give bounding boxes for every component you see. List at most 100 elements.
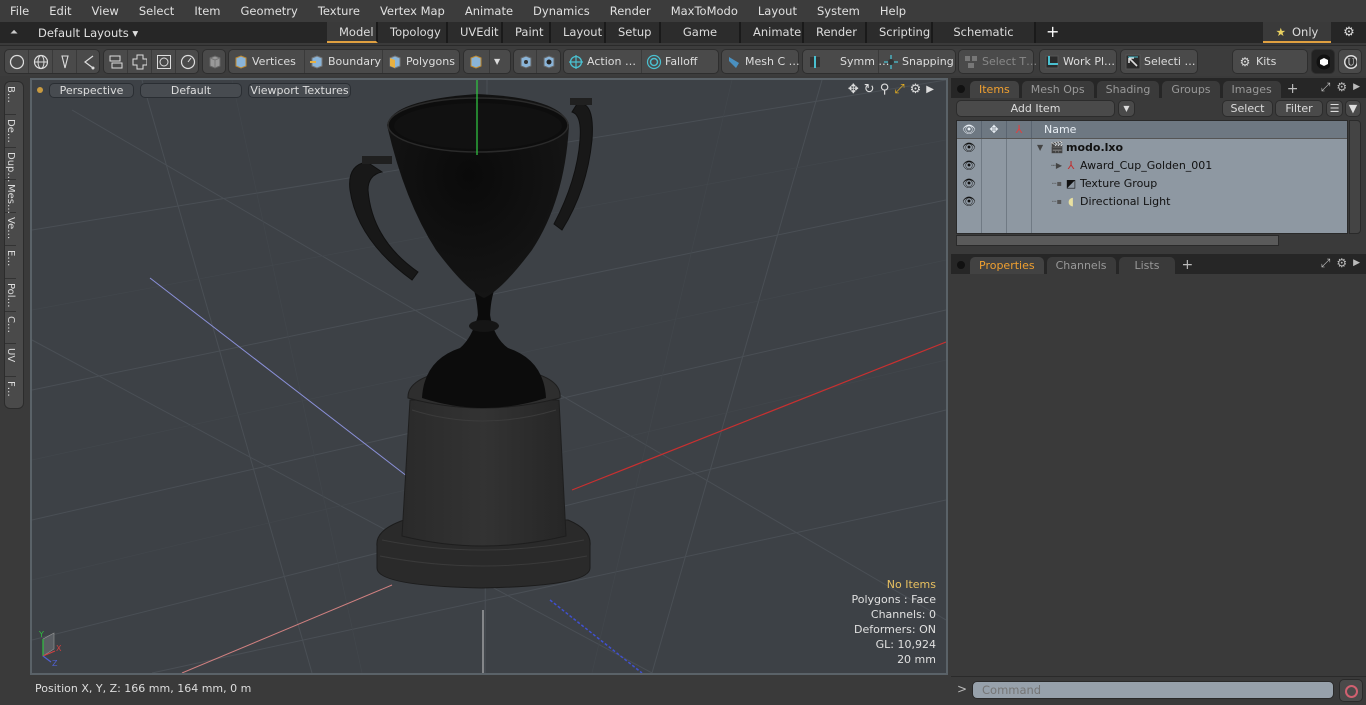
expand-arrow-icon[interactable]: ▶	[926, 82, 934, 98]
left-tab-edge[interactable]: E…	[5, 246, 16, 279]
tab-animate[interactable]: Animate	[741, 22, 804, 43]
menu-dynamics[interactable]: Dynamics	[523, 0, 600, 22]
command-history-button[interactable]	[1339, 679, 1363, 702]
tab-model[interactable]: Model	[327, 22, 378, 43]
path-tool-icon[interactable]	[77, 50, 101, 73]
pan-icon[interactable]: ✥	[848, 82, 859, 98]
zoom-icon[interactable]: ⚲	[880, 82, 890, 98]
material-cube-icon[interactable]	[464, 50, 490, 73]
command-input[interactable]	[972, 681, 1334, 699]
panel-gear-icon[interactable]: ⚙	[1336, 256, 1347, 271]
name-column-header[interactable]: Name	[1032, 121, 1076, 138]
select-button[interactable]: Select	[1222, 100, 1273, 117]
left-tab-polygon[interactable]: Pol…	[5, 279, 16, 312]
items-vertical-scrollbar[interactable]	[1349, 120, 1361, 234]
3d-viewport[interactable]: Perspective Default Viewport Textures ✥ …	[30, 78, 948, 675]
tab-items[interactable]: Items	[970, 81, 1019, 98]
add-tab-button[interactable]: +	[1036, 22, 1069, 43]
menu-select[interactable]: Select	[129, 0, 184, 22]
collapse-arrow-icon[interactable]: ⏶	[0, 27, 28, 38]
tab-game-tools[interactable]: Game Tools	[661, 22, 741, 59]
align-icon[interactable]	[104, 50, 128, 73]
menu-animate[interactable]: Animate	[455, 0, 523, 22]
tab-shading[interactable]: Shading	[1096, 81, 1160, 98]
tab-paint[interactable]: Paint	[503, 22, 551, 43]
selection-sets-button[interactable]: Selecti …	[1121, 50, 1197, 73]
gear-icon[interactable]: ⚙	[1338, 22, 1360, 43]
item-row-texture-group[interactable]: 👁 ┄▪ ◩ Texture Group	[957, 175, 1347, 193]
vertices-button[interactable]: Vertices	[229, 50, 305, 73]
item-row-scene[interactable]: 👁 ▼ 🎬 modo.lxo	[957, 139, 1347, 157]
tab-uvedit[interactable]: UVEdit	[448, 22, 503, 43]
unreal-icon[interactable]: U	[1339, 50, 1361, 73]
viewport-textures-dropdown[interactable]: Viewport Textures	[248, 82, 351, 98]
menu-system[interactable]: System	[807, 0, 870, 22]
menu-layout[interactable]: Layout	[748, 0, 807, 22]
left-tab-deform[interactable]: De…	[5, 115, 16, 148]
shading-mode-dropdown[interactable]: Default	[140, 82, 242, 98]
left-tab-duplicate[interactable]: Dup…	[5, 148, 16, 182]
panel-maximize-icon[interactable]: ⤢	[1321, 256, 1331, 271]
action-center-button[interactable]: Action …	[564, 50, 642, 73]
tab-layout[interactable]: Layout	[551, 22, 606, 43]
menu-edit[interactable]: Edit	[39, 0, 81, 22]
menu-texture[interactable]: Texture	[308, 0, 370, 22]
boundary-button[interactable]: Boundary	[305, 50, 383, 73]
left-tab-vertex[interactable]: Ve…	[5, 213, 16, 246]
list-options-icon[interactable]: ☰	[1326, 100, 1343, 117]
unity-icon[interactable]	[1312, 50, 1334, 73]
left-tab-fusion[interactable]: F…	[5, 377, 16, 410]
tab-lists[interactable]: Lists	[1118, 257, 1176, 274]
tab-setup[interactable]: Setup	[606, 22, 661, 43]
menu-file[interactable]: File	[0, 0, 39, 22]
maximize-icon[interactable]: ⤢	[894, 82, 904, 98]
symmetry-button[interactable]: Symm …	[803, 50, 889, 73]
visibility-eye-icon[interactable]: 👁	[957, 193, 982, 211]
panel-arrow-icon[interactable]: ▶	[1353, 80, 1360, 95]
mesh-constraint-button[interactable]: Mesh C …	[722, 50, 800, 73]
cross-unfold-icon[interactable]	[128, 50, 152, 73]
items-horizontal-scrollbar[interactable]	[956, 235, 1279, 246]
viewport-menu-dot[interactable]	[37, 87, 43, 93]
visibility-eye-icon[interactable]: 👁	[957, 139, 982, 157]
item-row-light[interactable]: 👁 ┄▪ ◖ Directional Light	[957, 193, 1347, 211]
filter-button[interactable]: Filter	[1275, 100, 1323, 117]
viewport-gear-icon[interactable]: ⚙	[910, 82, 922, 98]
item-row-mesh[interactable]: 👁 ┄▶ ⅄ Award_Cup_Golden_001	[957, 157, 1347, 175]
menu-vertex-map[interactable]: Vertex Map	[370, 0, 455, 22]
visibility-column-icon[interactable]: 👁	[957, 121, 982, 138]
lock-column-icon[interactable]: ✥	[982, 121, 1007, 138]
view-mode-dropdown[interactable]: Perspective	[49, 82, 134, 98]
chevron-down-icon[interactable]: ▼	[490, 50, 510, 73]
tab-groups[interactable]: Groups	[1162, 81, 1220, 98]
tab-scripting[interactable]: Scripting	[867, 22, 933, 43]
filter-funnel-icon[interactable]: ▼	[1345, 100, 1361, 117]
panel-maximize-icon[interactable]: ⤢	[1321, 80, 1331, 95]
falloff-button[interactable]: Falloff	[642, 50, 718, 73]
dial-icon[interactable]	[176, 50, 200, 73]
add-properties-tab-button[interactable]: +	[1181, 257, 1193, 274]
tab-properties[interactable]: Properties	[970, 257, 1044, 274]
add-item-button[interactable]: Add Item	[956, 100, 1115, 117]
menu-view[interactable]: View	[82, 0, 129, 22]
left-tab-mesh-edit[interactable]: Mes…	[5, 180, 16, 214]
left-tab-curve[interactable]: C…	[5, 312, 16, 345]
tab-schematic-fusion[interactable]: Schematic Fusion	[933, 22, 1036, 59]
type-column-icon[interactable]: ⅄	[1007, 121, 1032, 138]
work-plane-button[interactable]: Work Pl…	[1040, 50, 1116, 73]
left-tab-basic[interactable]: B…	[5, 82, 16, 115]
pen-icon[interactable]	[53, 50, 77, 73]
menu-maxtomodo[interactable]: MaxToModo	[661, 0, 748, 22]
globe-icon[interactable]	[29, 50, 53, 73]
properties-menu-dot[interactable]	[957, 261, 965, 269]
panel-arrow-icon[interactable]: ▶	[1353, 256, 1360, 271]
panel-menu-dot[interactable]	[957, 85, 965, 93]
snapping-button[interactable]: Snapping	[879, 50, 955, 73]
tab-mesh-ops[interactable]: Mesh Ops	[1021, 81, 1094, 98]
add-panel-tab-button[interactable]: +	[1287, 81, 1299, 98]
frame-icon[interactable]	[152, 50, 176, 73]
kits-button[interactable]: ⚙ Kits	[1233, 50, 1307, 73]
tab-render[interactable]: Render	[804, 22, 867, 43]
add-item-dropdown-icon[interactable]: ▼	[1118, 100, 1135, 117]
menu-render[interactable]: Render	[600, 0, 661, 22]
